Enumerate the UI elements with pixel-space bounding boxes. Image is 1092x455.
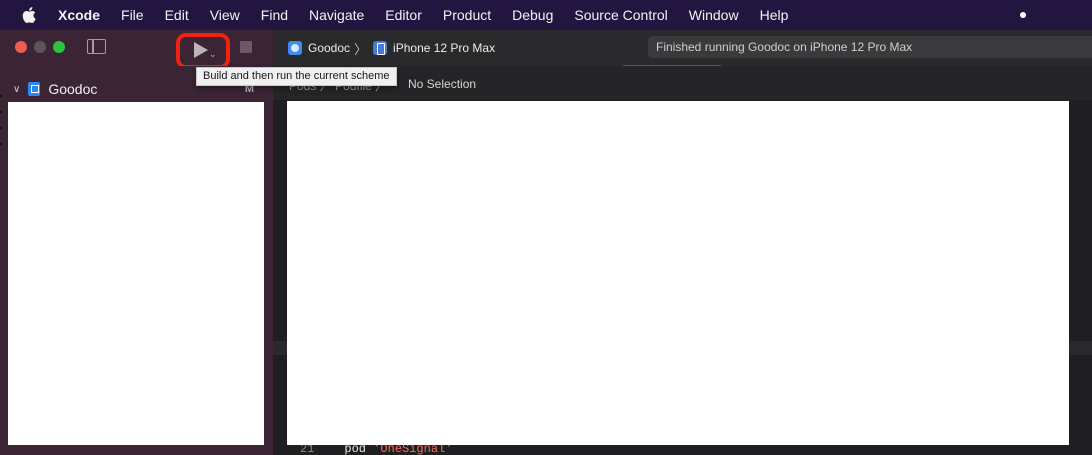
navigator-toggle-icon[interactable] <box>87 39 106 54</box>
toolbar-left-section: ⌄ <box>0 30 273 69</box>
menu-edit[interactable]: Edit <box>165 7 189 23</box>
window-close-button[interactable] <box>15 41 27 53</box>
chevron-right-icon: 〉 <box>354 41 368 57</box>
destination-name[interactable]: iPhone 12 Pro Max <box>393 41 495 55</box>
scheme-name[interactable]: Goodoc <box>308 41 350 55</box>
left-edge-marks <box>0 95 2 155</box>
menu-product[interactable]: Product <box>443 7 491 23</box>
chevron-down-icon: ⌄ <box>209 49 217 59</box>
menu-view[interactable]: View <box>210 7 240 23</box>
window-zoom-button[interactable] <box>53 41 65 53</box>
xcode-project-icon <box>28 82 41 96</box>
project-name: Goodoc <box>48 81 98 97</box>
menu-help[interactable]: Help <box>760 7 789 23</box>
menu-debug[interactable]: Debug <box>512 7 553 23</box>
editor-content-panel <box>287 101 1069 445</box>
window-minimize-button[interactable] <box>34 41 46 53</box>
editor-area: Pods 〉 Podfile 〉 No Selection 21 pod 'One… <box>273 66 1092 455</box>
run-button-tooltip: Build and then run the current scheme <box>196 67 397 86</box>
run-button[interactable]: ⌄ <box>176 33 230 69</box>
menu-app-xcode[interactable]: Xcode <box>58 7 100 23</box>
stop-button[interactable] <box>240 41 252 53</box>
status-dot-icon[interactable] <box>1020 12 1026 18</box>
menu-file[interactable]: File <box>121 7 144 23</box>
jumpbar-selection[interactable]: No Selection <box>408 77 476 91</box>
project-navigator: ∨ Goodoc M <box>0 66 273 455</box>
menu-editor[interactable]: Editor <box>385 7 422 23</box>
menu-window[interactable]: Window <box>689 7 739 23</box>
window-toolbar: ⌄ Goodoc 〉 iPhone 12 Pro Max Finished ru… <box>0 30 1092 69</box>
navigator-content-panel <box>8 102 264 445</box>
play-icon <box>194 42 208 58</box>
menu-bar: Xcode File Edit View Find Navigate Edito… <box>0 0 1092 30</box>
activity-status: Finished running Goodoc on iPhone 12 Pro… <box>648 36 1092 58</box>
menu-navigate[interactable]: Navigate <box>309 7 364 23</box>
scheme-selector[interactable]: Goodoc 〉 iPhone 12 Pro Max <box>288 38 495 58</box>
menu-find[interactable]: Find <box>261 7 288 23</box>
iphone-device-icon <box>373 41 388 55</box>
menu-source-control[interactable]: Source Control <box>574 7 667 23</box>
apple-logo-icon[interactable] <box>20 5 40 25</box>
app-scheme-icon <box>288 41 302 55</box>
disclosure-chevron-icon[interactable]: ∨ <box>13 84 20 95</box>
